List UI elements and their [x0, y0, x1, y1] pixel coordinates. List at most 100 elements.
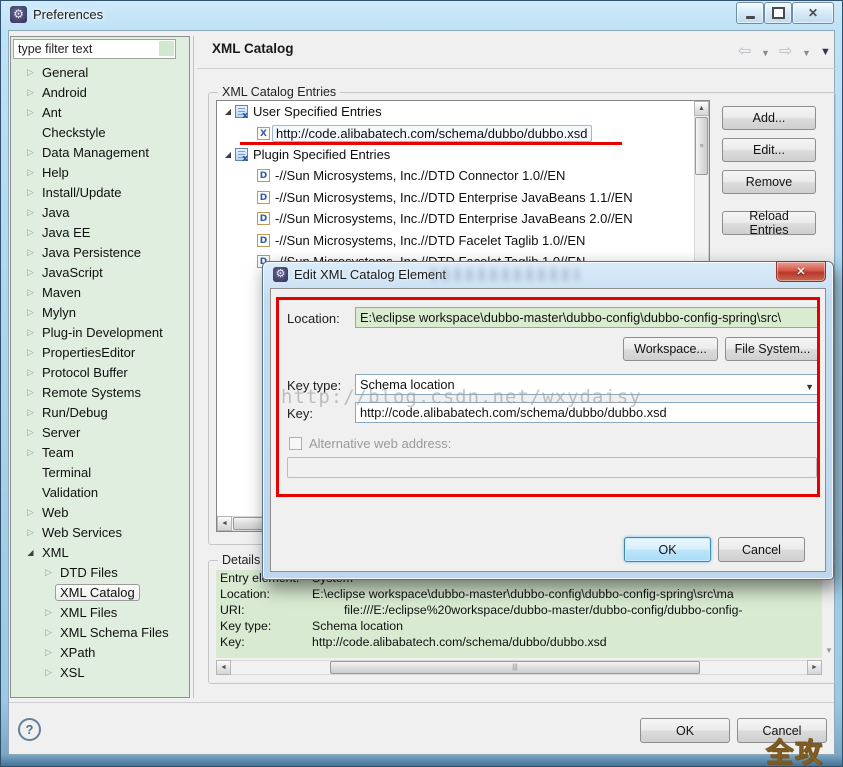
- back-menu-icon[interactable]: ▼: [761, 48, 770, 58]
- tree-expand-icon[interactable]: [23, 347, 38, 358]
- sidebar-item[interactable]: Validation: [11, 482, 188, 502]
- catalog-entry-row[interactable]: -//Sun Microsystems, Inc.//DTD Enterpris…: [217, 208, 694, 229]
- catalog-entry-row[interactable]: -//Sun Microsystems, Inc.//DTD Connector…: [217, 165, 694, 186]
- sidebar-item[interactable]: Data Management: [11, 142, 188, 162]
- tree-expand-icon[interactable]: [41, 647, 56, 658]
- sidebar-item[interactable]: Java EE: [11, 222, 188, 242]
- scroll-up-icon[interactable]: ▲: [694, 101, 709, 116]
- cancel-button[interactable]: Cancel: [737, 718, 827, 743]
- maximize-button[interactable]: [764, 2, 792, 24]
- catalog-entry-row[interactable]: Plugin Specified Entries: [217, 144, 694, 165]
- sidebar-item[interactable]: XML: [11, 542, 188, 562]
- catalog-entry-row[interactable]: http://code.alibabatech.com/schema/dubbo…: [217, 122, 694, 143]
- tree-expand-icon[interactable]: [23, 187, 38, 198]
- sidebar-item[interactable]: XML Catalog: [11, 582, 188, 602]
- sidebar-item[interactable]: JavaScript: [11, 262, 188, 282]
- dialog-close-button[interactable]: ✕: [776, 261, 826, 282]
- entries-action-button[interactable]: Reload Entries: [722, 211, 816, 235]
- sidebar-item[interactable]: General: [11, 62, 188, 82]
- catalog-entry-row[interactable]: User Specified Entries: [217, 101, 694, 122]
- forward-icon[interactable]: ⇨: [779, 44, 792, 60]
- close-button[interactable]: ✕: [792, 2, 834, 24]
- tree-expand-icon[interactable]: [41, 607, 56, 618]
- tree-expand-icon[interactable]: [23, 267, 38, 278]
- back-icon[interactable]: ⇦: [738, 44, 751, 60]
- alt-web-checkbox[interactable]: [289, 437, 302, 450]
- filter-clear-area[interactable]: [159, 41, 174, 56]
- catalog-entry-row[interactable]: -//Sun Microsystems, Inc.//DTD Enterpris…: [217, 187, 694, 208]
- key-input[interactable]: http://code.alibabatech.com/schema/dubbo…: [355, 402, 819, 423]
- tree-expand-icon[interactable]: [23, 87, 38, 98]
- sidebar-item[interactable]: Web Services: [11, 522, 188, 542]
- tree-expand-icon[interactable]: [23, 367, 38, 378]
- help-button[interactable]: ?: [18, 718, 41, 741]
- sidebar-item[interactable]: XPath: [11, 642, 188, 662]
- sidebar-item[interactable]: Remote Systems: [11, 382, 188, 402]
- tree-expand-icon[interactable]: [23, 247, 38, 258]
- sidebar-item[interactable]: Protocol Buffer: [11, 362, 188, 382]
- filesystem-button[interactable]: File System...: [725, 337, 820, 361]
- tree-expand-icon[interactable]: [23, 387, 38, 398]
- tree-expand-icon[interactable]: [41, 567, 56, 578]
- minimize-button[interactable]: [736, 2, 764, 24]
- tree-vscroll-thumb[interactable]: ≡: [695, 117, 708, 175]
- sidebar-item[interactable]: XML Schema Files: [11, 622, 188, 642]
- sidebar-item[interactable]: XSL: [11, 662, 188, 682]
- location-input[interactable]: E:\eclipse workspace\dubbo-master\dubbo-…: [355, 307, 819, 328]
- entries-action-button[interactable]: Add...: [722, 106, 816, 130]
- tree-expand-icon[interactable]: [23, 147, 38, 158]
- entries-action-button[interactable]: Edit...: [722, 138, 816, 162]
- window-titlebar[interactable]: ⚙ Preferences ✕: [0, 0, 843, 30]
- entries-action-button[interactable]: Remove: [722, 170, 816, 194]
- sidebar-sash[interactable]: [193, 36, 194, 698]
- sidebar-item[interactable]: Web: [11, 502, 188, 522]
- tree-expand-icon[interactable]: [23, 227, 38, 238]
- tree-expand-icon[interactable]: [23, 547, 38, 557]
- tree-expand-icon[interactable]: [221, 150, 235, 159]
- details-hscroll-thumb[interactable]: |||: [330, 661, 700, 674]
- sidebar-item[interactable]: Help: [11, 162, 188, 182]
- sidebar-item[interactable]: Ant: [11, 102, 188, 122]
- sidebar-item[interactable]: PropertiesEditor: [11, 342, 188, 362]
- tree-expand-icon[interactable]: [23, 527, 38, 538]
- tree-expand-icon[interactable]: [23, 307, 38, 318]
- sidebar-item[interactable]: Plug-in Development: [11, 322, 188, 342]
- sidebar-item[interactable]: Java: [11, 202, 188, 222]
- sidebar-item[interactable]: Run/Debug: [11, 402, 188, 422]
- tree-expand-icon[interactable]: [23, 507, 38, 518]
- tree-expand-icon[interactable]: [23, 427, 38, 438]
- scroll-left-icon[interactable]: ◄: [216, 660, 231, 675]
- view-menu-icon[interactable]: ▼: [820, 46, 831, 58]
- filter-input[interactable]: type filter text: [13, 39, 176, 59]
- tree-expand-icon[interactable]: [23, 167, 38, 178]
- workspace-button[interactable]: Workspace...: [623, 337, 718, 361]
- dialog-cancel-button[interactable]: Cancel: [718, 537, 805, 562]
- tree-expand-icon[interactable]: [23, 407, 38, 418]
- sidebar-item[interactable]: Java Persistence: [11, 242, 188, 262]
- forward-menu-icon[interactable]: ▼: [802, 48, 811, 58]
- tree-expand-icon[interactable]: [221, 107, 235, 116]
- sidebar-item[interactable]: Install/Update: [11, 182, 188, 202]
- tree-expand-icon[interactable]: [23, 327, 38, 338]
- tree-expand-icon[interactable]: [41, 627, 56, 638]
- ok-button[interactable]: OK: [640, 718, 730, 743]
- scroll-right-icon[interactable]: ►: [807, 660, 822, 675]
- sidebar-item[interactable]: Checkstyle: [11, 122, 188, 142]
- sidebar-item[interactable]: Maven: [11, 282, 188, 302]
- tree-expand-icon[interactable]: [41, 667, 56, 678]
- tree-expand-icon[interactable]: [23, 287, 38, 298]
- dialog-ok-button[interactable]: OK: [624, 537, 711, 562]
- sidebar-item[interactable]: Team: [11, 442, 188, 462]
- sidebar-item[interactable]: Mylyn: [11, 302, 188, 322]
- sidebar-item[interactable]: DTD Files: [11, 562, 188, 582]
- details-scroll-down-icon[interactable]: ▼: [823, 646, 835, 656]
- scroll-left-icon[interactable]: ◄: [217, 516, 232, 531]
- sidebar-item[interactable]: XML Files: [11, 602, 188, 622]
- sidebar-item[interactable]: Terminal: [11, 462, 188, 482]
- tree-expand-icon[interactable]: [23, 67, 38, 78]
- key-type-dropdown[interactable]: Schema location ▼: [355, 374, 819, 395]
- tree-expand-icon[interactable]: [23, 207, 38, 218]
- sidebar-item[interactable]: Server: [11, 422, 188, 442]
- tree-expand-icon[interactable]: [23, 447, 38, 458]
- catalog-entry-row[interactable]: -//Sun Microsystems, Inc.//DTD Facelet T…: [217, 229, 694, 250]
